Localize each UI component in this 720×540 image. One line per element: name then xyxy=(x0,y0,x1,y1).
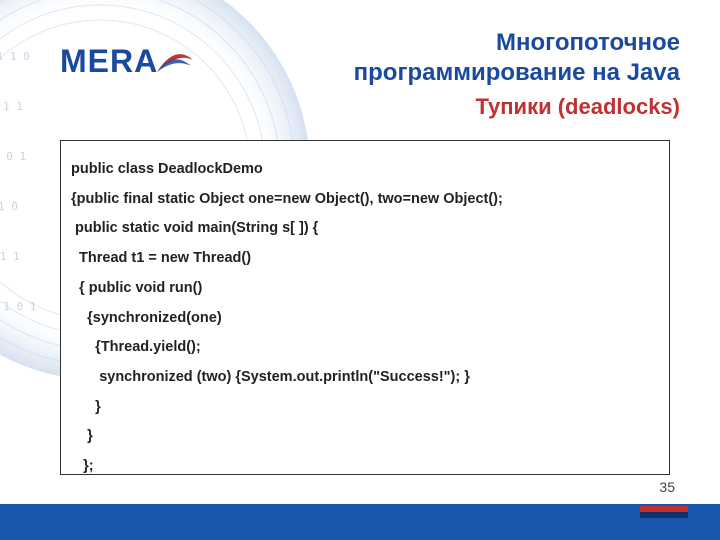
code-line: { public void run() xyxy=(71,274,659,304)
code-line: } xyxy=(71,393,659,423)
title-line-1: Многопоточное xyxy=(496,29,680,56)
svg-text:1 1 0 1 0 0 1: 1 1 0 1 0 0 1 xyxy=(0,150,26,163)
page-number: 35 xyxy=(659,479,675,495)
title-sub: Тупики (deadlocks) xyxy=(260,94,680,120)
svg-text:1 0 1 1 0: 1 0 1 1 0 xyxy=(0,50,30,63)
code-line: synchronized (two) {System.out.println("… xyxy=(71,363,659,393)
code-line: {synchronized(one) xyxy=(71,304,659,334)
code-line: {Thread.yield(); xyxy=(71,333,659,363)
svg-text:1 0 0 1 1: 1 0 0 1 1 xyxy=(0,250,20,263)
code-box: public class DeadlockDemo {public final … xyxy=(60,140,670,475)
logo-text: MERA xyxy=(60,43,158,80)
footer-bar xyxy=(0,504,720,540)
footer-accent-shadow xyxy=(640,512,688,518)
code-line: Thread t1 = new Thread() xyxy=(71,244,659,274)
code-line: {public final static Object one=new Obje… xyxy=(71,185,659,215)
code-line: public static void main(String s[ ]) { xyxy=(71,214,659,244)
logo-swoosh-icon xyxy=(155,42,195,81)
logo: MERA xyxy=(60,42,195,81)
svg-text:0 1 0 0 1 1: 0 1 0 0 1 1 xyxy=(0,100,23,113)
title-line-2: программирование на Java xyxy=(354,59,680,86)
code-line: } xyxy=(71,422,659,452)
svg-text:0 1 1 0 1 0: 0 1 1 0 1 0 xyxy=(0,200,18,213)
title-main: Многопоточное программирование на Java xyxy=(260,28,680,88)
title-block: Многопоточное программирование на Java Т… xyxy=(260,28,680,120)
svg-text:0 1 0 1: 0 1 0 1 xyxy=(0,300,36,313)
code-line: public class DeadlockDemo xyxy=(71,155,659,185)
code-line: }; xyxy=(71,452,659,482)
